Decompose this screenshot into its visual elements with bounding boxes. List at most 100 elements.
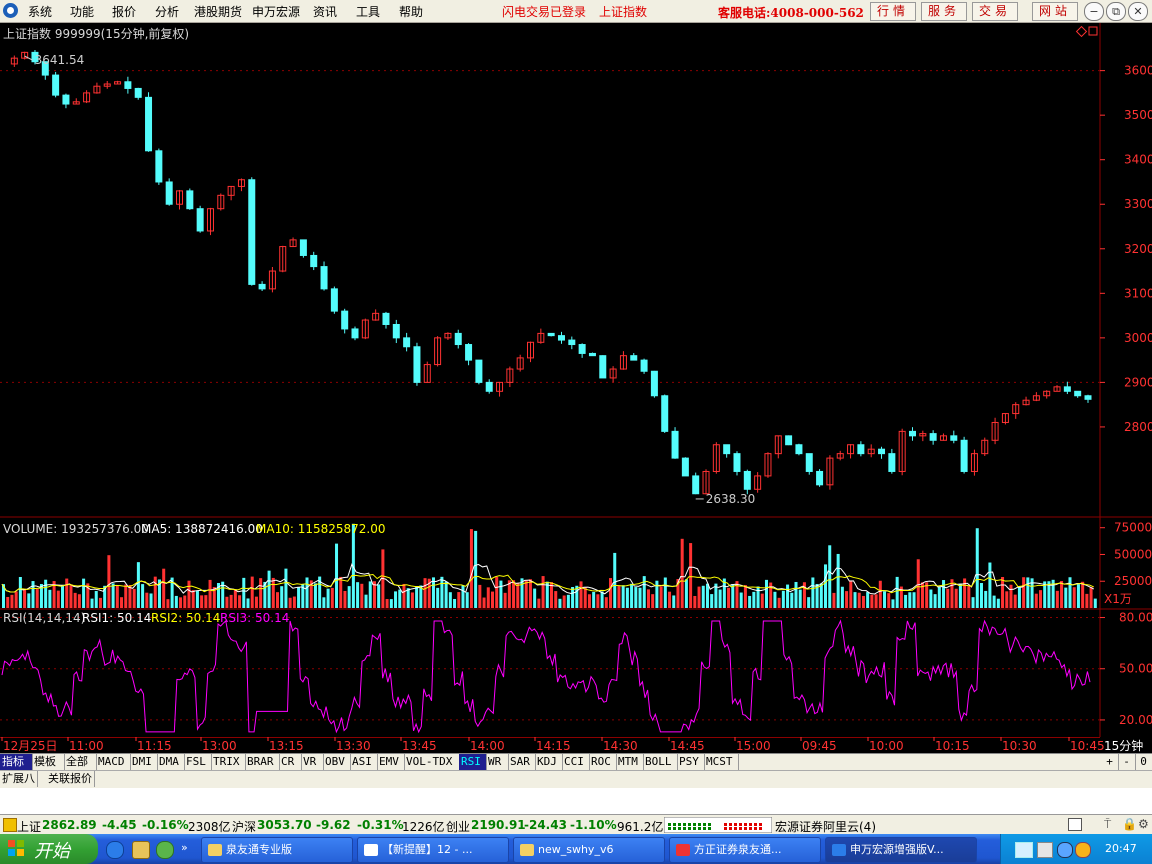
volume-bar xyxy=(566,594,570,608)
360-quicklaunch-icon[interactable] xyxy=(156,841,174,859)
clock-tray-icon[interactable] xyxy=(1057,842,1073,858)
candle-body xyxy=(454,332,462,346)
volume-bar xyxy=(777,597,781,608)
settings-icon[interactable]: ⚙ xyxy=(1138,817,1149,831)
menu-item-1[interactable]: 功能 xyxy=(70,3,94,20)
menu-item-0[interactable]: 系统 xyxy=(28,3,52,20)
candle-body xyxy=(145,96,153,152)
volume-bar xyxy=(773,591,777,608)
menu-item-4[interactable]: 港股期货 xyxy=(194,3,242,20)
more-quicklaunch-icon[interactable]: » xyxy=(181,841,188,854)
service-button-0[interactable]: 行情 xyxy=(870,2,916,21)
tab-sar[interactable]: SAR xyxy=(508,754,536,770)
tab-mcst[interactable]: MCST xyxy=(704,754,739,770)
menu-item-7[interactable]: 工具 xyxy=(356,3,380,20)
candle-body xyxy=(723,444,731,455)
network-tray-icon[interactable] xyxy=(1037,842,1053,858)
tab-vol-tdx[interactable]: VOL-TDX xyxy=(404,754,460,770)
time-label: 15:00 xyxy=(736,739,771,753)
menu-item-2[interactable]: 报价 xyxy=(112,3,136,20)
taskbar-item-3[interactable]: 方正证券泉友通... xyxy=(669,837,821,863)
tab-指标[interactable]: 指标 xyxy=(0,754,33,770)
service-button-1[interactable]: 服务 xyxy=(921,2,967,21)
start-button[interactable]: 开始 xyxy=(0,834,98,864)
tab-boll[interactable]: BOLL xyxy=(643,754,678,770)
tab-macd[interactable]: MACD xyxy=(96,754,131,770)
tab-dmi[interactable]: DMI xyxy=(130,754,158,770)
tab-rsi[interactable]: RSI xyxy=(459,754,487,770)
tab-fsl[interactable]: FSL xyxy=(184,754,212,770)
volume-bar xyxy=(1013,594,1017,608)
menu-item-5[interactable]: 申万宏源 xyxy=(252,3,300,20)
chart-canvas[interactable]: 3600 3500 3400 3300 3200 3100 3000 2900 2800 3641… xyxy=(0,23,1152,737)
rsi-tick-label: 50.00 xyxy=(1119,662,1152,676)
tab-全部[interactable]: 全部 xyxy=(64,754,97,770)
breadth-down-bar xyxy=(703,827,706,830)
menu-item-3[interactable]: 分析 xyxy=(155,3,179,20)
tab-obv[interactable]: OBV xyxy=(323,754,351,770)
taskbar-item-label: 申万宏源增强版V... xyxy=(850,843,944,856)
sub-tab-0[interactable]: 扩展八 xyxy=(0,771,38,787)
browser-quicklaunch-icon[interactable] xyxy=(132,841,150,859)
volume-bar xyxy=(853,592,857,608)
chart-area[interactable]: 3600 3500 3400 3300 3200 3100 3000 2900 2800 3641… xyxy=(0,23,1152,737)
time-label: 11:00 xyxy=(69,739,104,753)
service-button-2[interactable]: 交易 xyxy=(972,2,1018,21)
service-button-3[interactable]: 网站 xyxy=(1032,2,1078,21)
volume-bar xyxy=(845,591,849,608)
tab-emv[interactable]: EMV xyxy=(377,754,405,770)
breadth-up-bar xyxy=(739,823,742,826)
candle-body xyxy=(413,346,421,383)
media-tray-icon[interactable] xyxy=(1075,842,1091,858)
notice-icon[interactable] xyxy=(1068,818,1082,831)
volume-bar xyxy=(916,559,920,608)
candle-body xyxy=(588,352,596,357)
volume-bar xyxy=(1068,577,1072,608)
candle-body xyxy=(392,323,400,339)
close-button[interactable]: ✕ xyxy=(1128,2,1148,21)
menu-item-8[interactable]: 帮助 xyxy=(399,3,423,20)
ie-quicklaunch-icon[interactable] xyxy=(106,841,124,859)
taskbar-item-0[interactable]: 泉友通专业版 xyxy=(201,837,353,863)
candle-body xyxy=(640,359,648,372)
tab-dma[interactable]: DMA xyxy=(157,754,185,770)
candles-group xyxy=(10,50,1092,495)
menu-item-6[interactable]: 资讯 xyxy=(313,3,337,20)
taskbar-item-1[interactable]: 【新提醒】12 - ... xyxy=(357,837,509,863)
tab-control-1[interactable]: - xyxy=(1118,754,1136,770)
tab-vr[interactable]: VR xyxy=(301,754,324,770)
tab-cr[interactable]: CR xyxy=(279,754,302,770)
breadth-down-bar xyxy=(703,823,706,826)
sub-tab-1[interactable]: 关联报价 xyxy=(46,771,95,787)
volume-bar xyxy=(912,592,916,608)
breadth-down-bar xyxy=(673,823,676,826)
tab-asi[interactable]: ASI xyxy=(350,754,378,770)
tab-cci[interactable]: CCI xyxy=(562,754,590,770)
tab-psy[interactable]: PSY xyxy=(677,754,705,770)
keyboard-tray-icon[interactable] xyxy=(1015,842,1033,858)
price-panel-title: 上证指数 999999(15分钟,前复权) xyxy=(3,27,190,41)
volume-bar xyxy=(541,576,545,608)
tab-模板[interactable]: 模板 xyxy=(32,754,65,770)
system-tray: 20:47 xyxy=(1000,834,1152,864)
tab-roc[interactable]: ROC xyxy=(589,754,617,770)
tab-wr[interactable]: WR xyxy=(486,754,509,770)
tab-control-2[interactable]: 0 xyxy=(1135,754,1152,770)
minimize-button[interactable]: − xyxy=(1084,2,1104,21)
volume-bar xyxy=(453,598,457,608)
clock-text: 20:47 xyxy=(1105,842,1137,855)
volume-bar xyxy=(389,599,393,608)
lock-icon[interactable]: 🔒 xyxy=(1122,817,1137,831)
volume-bar xyxy=(145,592,149,608)
tab-brar[interactable]: BRAR xyxy=(245,754,280,770)
tab-control-0[interactable]: + xyxy=(1101,754,1119,770)
taskbar-item-2[interactable]: new_swhy_v6 xyxy=(513,837,665,863)
volume-bar xyxy=(276,592,280,608)
taskbar-item-4[interactable]: 申万宏源增强版V... xyxy=(825,837,977,863)
tab-kdj[interactable]: KDJ xyxy=(535,754,563,770)
tab-trix[interactable]: TRIX xyxy=(211,754,246,770)
tab-mtm[interactable]: MTM xyxy=(616,754,644,770)
volume-bar xyxy=(335,543,339,608)
volume-bar xyxy=(718,589,722,608)
restore-button[interactable]: ⧉ xyxy=(1106,2,1126,21)
